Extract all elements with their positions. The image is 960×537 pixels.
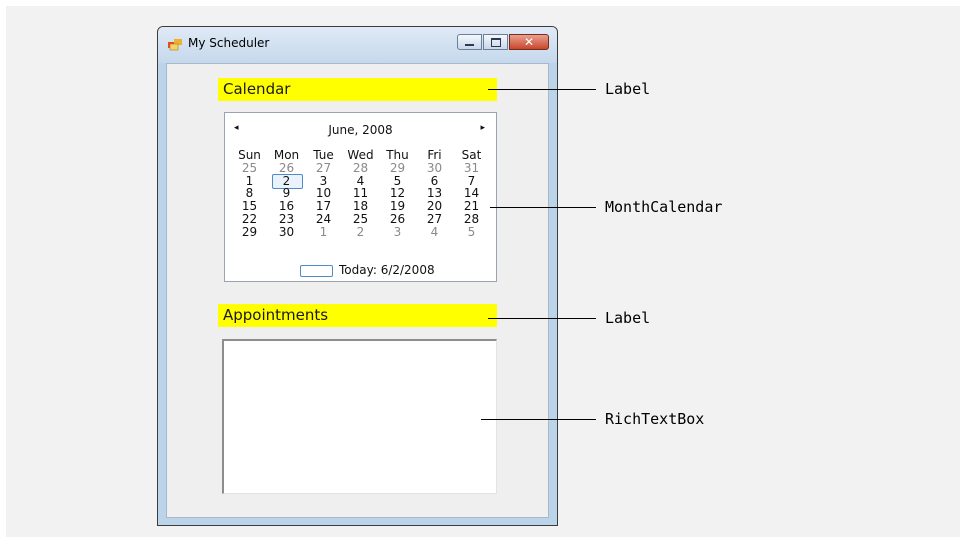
callout-label-calendar-label: Label [605,80,651,98]
calendar-day[interactable]: 28 [342,160,379,175]
calendar-day-number: 23 [278,211,295,226]
calendar-day-number: 2 [356,224,365,239]
calendar-day-number: 25 [352,211,369,226]
close-icon: ✕ [523,35,535,49]
calendar-day-number: 31 [463,160,480,175]
today-marker [300,264,333,277]
day-name: Mon [273,148,300,162]
rich-text-box[interactable] [222,339,497,494]
close-button[interactable]: ✕ [509,34,549,50]
calendar-day[interactable]: 29 [231,224,268,239]
today-text: Today: 6/2/2008 [339,263,435,277]
calendar-day[interactable]: 22 [231,213,268,226]
calendar-day[interactable]: 27 [416,213,453,226]
month-calendar[interactable]: ◂ June, 2008 ▸ Sun Mon Tue Wed Thu Fri S… [224,112,497,282]
calendar-day[interactable]: 30 [416,160,453,175]
calendar-day-number: 26 [278,160,295,175]
callout-label-month-calendar: MonthCalendar [605,198,723,216]
calendar-grid: Sun Mon Tue Wed Thu Fri Sat 25 26 27 28 29 30… [231,149,490,239]
calendar-day-number: 30 [426,160,443,175]
calendar-day[interactable]: 26 [379,213,416,226]
calendar-day[interactable]: 25 [231,160,268,175]
app-icon [168,39,182,51]
calendar-day[interactable]: 2 [342,224,379,239]
calendar-day-number: 30 [278,224,295,239]
title-bar[interactable]: My Scheduler ✕ [158,27,557,63]
calendar-day[interactable]: 1 [305,224,342,239]
calendar-day[interactable]: 24 [305,213,342,226]
today-link[interactable]: Today: 6/2/2008 [300,263,435,277]
day-name: Fri [427,148,442,162]
calendar-month-title[interactable]: June, 2008 [225,123,496,137]
calendar-day[interactable]: 28 [453,213,490,226]
minimize-icon [458,35,481,49]
day-name: Sat [461,148,482,162]
calendar-day-number: 27 [426,211,443,226]
day-name: Sun [238,148,261,162]
minimize-button[interactable] [457,34,482,50]
calendar-day-number: 27 [315,160,332,175]
calendar-day[interactable]: 3 [379,224,416,239]
calendar-day[interactable]: 4 [416,224,453,239]
calendar-day-number: 28 [352,160,369,175]
calendar-day-number: 4 [430,224,439,239]
calendar-day-number: 29 [389,160,406,175]
day-name: Wed [347,148,374,162]
calendar-day[interactable]: 27 [305,160,342,175]
callout-label-appointments-label: Label [605,309,651,327]
day-names-row: Sun Mon Tue Wed Thu Fri Sat [231,149,490,162]
calendar-day-number: 29 [241,224,258,239]
calendar-week-row: 22 23 24 25 26 27 28 [231,213,490,226]
next-month-icon[interactable]: ▸ [480,123,485,133]
maximize-icon [484,35,507,49]
calendar-weeks: 25 26 27 28 29 30 31 1 2 3 4 5 6 7 8 9 10 11 12 13 14 15 16 17 1… [231,160,490,239]
caption-buttons: ✕ [456,34,549,52]
calendar-header: ◂ June, 2008 ▸ [225,121,496,139]
callout-line [490,207,596,208]
calendar-day[interactable]: 26 [268,160,305,175]
maximize-button[interactable] [483,34,508,50]
calendar-day[interactable]: 5 [453,224,490,239]
calendar-day-number: 28 [463,211,480,226]
calendar-week-row: 25 26 27 28 29 30 31 [231,160,490,175]
calendar-week-row: 29 30 1 2 3 4 5 [231,224,490,239]
calendar-label: Calendar [218,78,497,101]
callout-line [481,419,596,420]
callout-line [488,318,596,319]
calendar-day-number: 22 [241,211,258,226]
callout-label-rich-text-box: RichTextBox [605,410,705,428]
calendar-day[interactable]: 25 [342,213,379,226]
day-name: Tue [313,148,334,162]
appointments-label: Appointments [218,304,497,327]
calendar-day-number: 26 [389,211,406,226]
calendar-day-number: 5 [467,224,476,239]
day-name: Thu [386,148,409,162]
calendar-day[interactable]: 30 [268,224,305,239]
calendar-day-number: 25 [241,160,258,175]
calendar-day-number: 3 [393,224,402,239]
calendar-day-number: 24 [315,211,332,226]
calendar-day[interactable]: 23 [268,213,305,226]
calendar-day-number: 1 [319,224,328,239]
calendar-day[interactable]: 31 [453,160,490,175]
calendar-day[interactable]: 29 [379,160,416,175]
window-title: My Scheduler [188,36,270,50]
callout-line [488,89,596,90]
